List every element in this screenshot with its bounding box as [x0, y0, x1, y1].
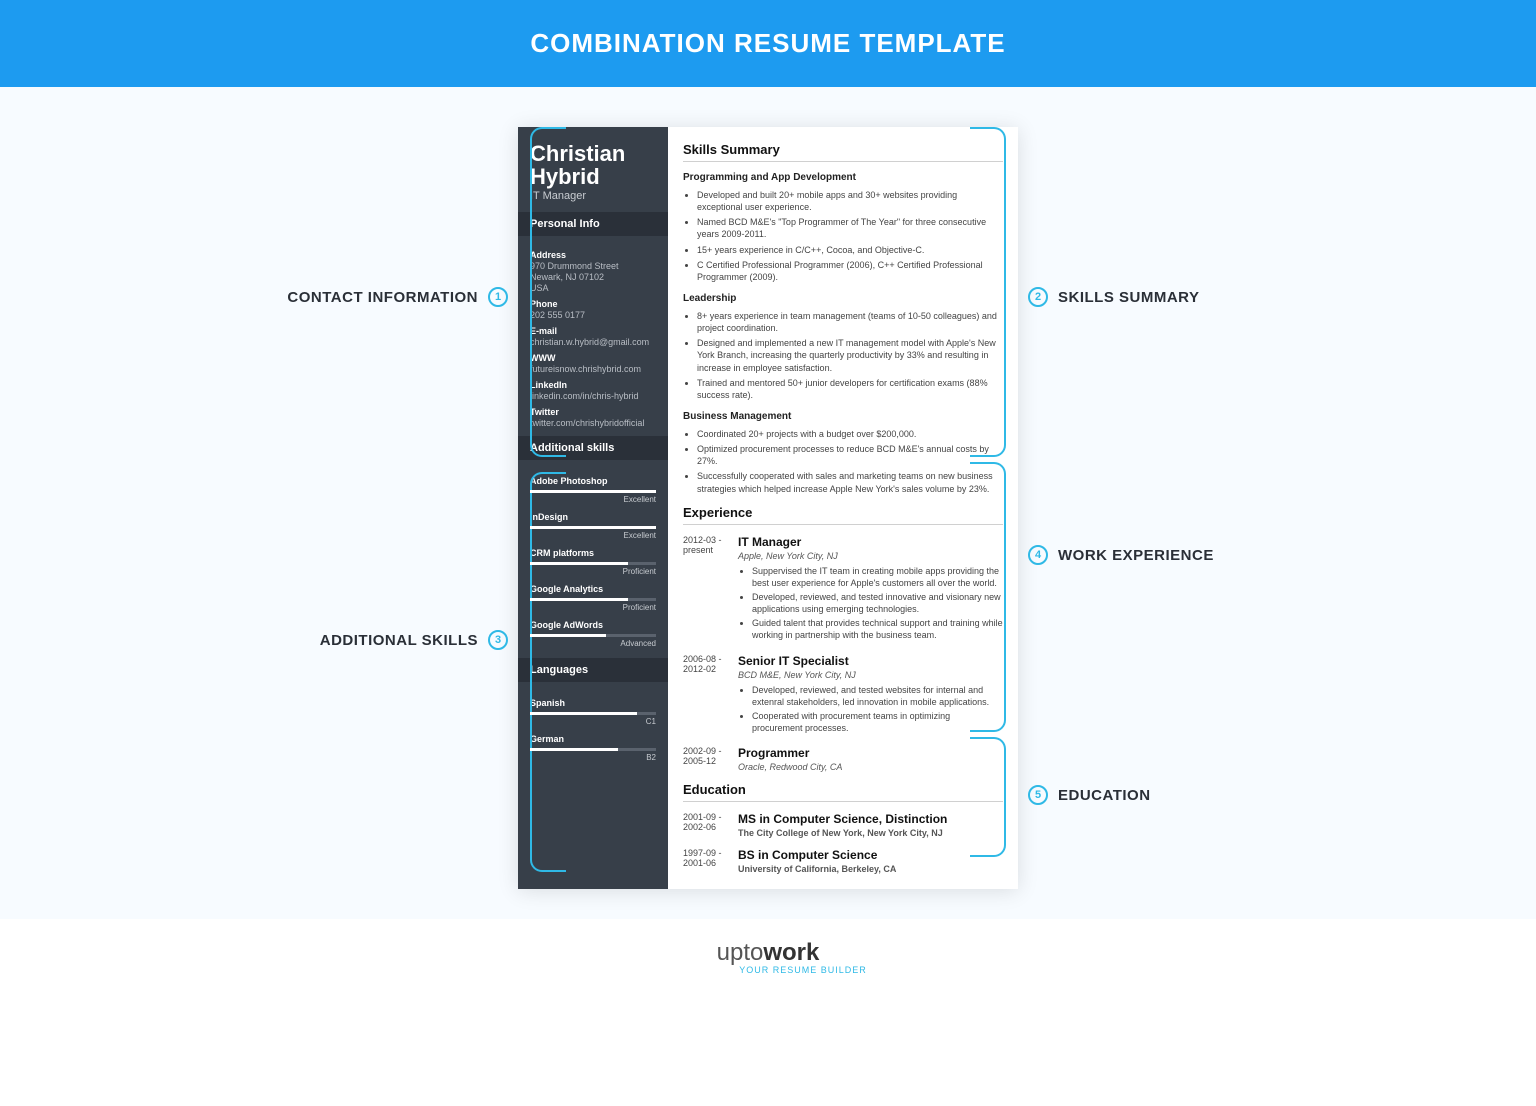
summary-item: Optimized procurement processes to reduc… — [697, 443, 1003, 467]
skill-bar — [530, 598, 656, 601]
experience-bullet: Suppervised the IT team in creating mobi… — [752, 565, 1003, 589]
footer-tagline: YOUR RESUME BUILDER — [0, 965, 1536, 975]
summary-subhead: Leadership — [683, 293, 1003, 304]
experience-bullets: Suppervised the IT team in creating mobi… — [752, 565, 1003, 642]
experience-bullet: Guided talent that provides technical su… — [752, 617, 1003, 641]
callout-bracket — [970, 462, 1006, 732]
summary-list: Developed and built 20+ mobile apps and … — [697, 189, 1003, 283]
skill-bar — [530, 748, 656, 751]
experience-subtitle: BCD M&E, New York City, NJ — [738, 670, 1003, 680]
canvas: CONTACT INFORMATION 1 ADDITIONAL SKILLS 3 C… — [0, 87, 1536, 919]
experience-body: 2012-03 - presentIT Manager Apple, New Yo… — [683, 535, 1003, 772]
experience-title: Senior IT Specialist — [738, 654, 1003, 668]
summary-item: Developed and built 20+ mobile apps and … — [697, 189, 1003, 213]
callout-label: ADDITIONAL SKILLS — [320, 632, 478, 649]
callout-label: WORK EXPERIENCE — [1058, 547, 1214, 564]
callout-number: 1 — [488, 287, 508, 307]
summary-item: Trained and mentored 50+ junior develope… — [697, 377, 1003, 401]
summary-item: 15+ years experience in C/C++, Cocoa, an… — [697, 244, 1003, 256]
skills-summary-body: Programming and App Development Developed… — [683, 172, 1003, 495]
experience-bullets: Developed, reviewed, and tested websites… — [752, 684, 1003, 735]
page-banner: COMBINATION RESUME TEMPLATE — [0, 0, 1536, 87]
experience-date: 2012-03 - present — [683, 535, 738, 644]
skills-summary-head: Skills Summary — [683, 142, 1003, 162]
skill-bar — [530, 490, 656, 493]
education-row: 1997-09 - 2001-06BS in Computer Science U… — [683, 848, 1003, 874]
callout-label: EDUCATION — [1058, 787, 1151, 804]
experience-row: 2006-08 - 2012-02Senior IT Specialist BCD… — [683, 654, 1003, 737]
experience-title: IT Manager — [738, 535, 1003, 549]
callout-number: 5 — [1028, 785, 1048, 805]
skill-bar — [530, 712, 656, 715]
skill-bar — [530, 562, 656, 565]
brand-part2: work — [763, 939, 819, 966]
callouts-left: CONTACT INFORMATION 1 ADDITIONAL SKILLS 3 — [238, 127, 518, 877]
education-content: MS in Computer Science, Distinction The C… — [738, 812, 1003, 838]
callout: ADDITIONAL SKILLS 3 — [320, 630, 518, 650]
footer-logo: uptowork — [0, 939, 1536, 967]
callout-label: CONTACT INFORMATION — [287, 289, 478, 306]
callout-bracket — [530, 127, 566, 457]
summary-item: Designed and implemented a new IT manage… — [697, 337, 1003, 373]
experience-content: Programmer Oracle, Redwood City, CA — [738, 746, 1003, 772]
callout-number: 2 — [1028, 287, 1048, 307]
footer: uptowork YOUR RESUME BUILDER — [0, 919, 1536, 995]
resume: Christian Hybrid IT Manager Personal Inf… — [518, 127, 1018, 889]
callout-number: 3 — [488, 630, 508, 650]
experience-row: 2012-03 - presentIT Manager Apple, New Yo… — [683, 535, 1003, 644]
experience-content: IT Manager Apple, New York City, NJ Supper… — [738, 535, 1003, 644]
education-title: MS in Computer Science, Distinction — [738, 812, 1003, 826]
brand-part1: upto — [717, 939, 764, 966]
resume-main: Skills Summary Programming and App Devel… — [668, 127, 1018, 889]
experience-date: 2002-09 - 2005-12 — [683, 746, 738, 772]
callout-bracket — [970, 737, 1006, 857]
education-row: 2001-09 - 2002-06MS in Computer Science,… — [683, 812, 1003, 838]
education-body: 2001-09 - 2002-06MS in Computer Science,… — [683, 812, 1003, 874]
education-subtitle: The City College of New York, New York C… — [738, 828, 1003, 838]
summary-list: Coordinated 20+ projects with a budget o… — [697, 428, 1003, 495]
education-date: 1997-09 - 2001-06 — [683, 848, 738, 874]
callout: CONTACT INFORMATION 1 — [287, 287, 518, 307]
skill-bar — [530, 526, 656, 529]
experience-date: 2006-08 - 2012-02 — [683, 654, 738, 737]
summary-list: 8+ years experience in team management (… — [697, 310, 1003, 401]
education-content: BS in Computer Science University of Cali… — [738, 848, 1003, 874]
callout-bracket — [970, 127, 1006, 457]
experience-content: Senior IT Specialist BCD M&E, New York Ci… — [738, 654, 1003, 737]
education-subtitle: University of California, Berkeley, CA — [738, 864, 1003, 874]
skill-bar — [530, 634, 656, 637]
callouts-right: 2 SKILLS SUMMARY 4 WORK EXPERIENCE 5 EDUCATIO… — [1018, 127, 1298, 877]
callout: 4 WORK EXPERIENCE — [1018, 545, 1214, 565]
summary-item: Coordinated 20+ projects with a budget o… — [697, 428, 1003, 440]
education-date: 2001-09 - 2002-06 — [683, 812, 738, 838]
callout-number: 4 — [1028, 545, 1048, 565]
experience-head: Experience — [683, 505, 1003, 525]
education-head: Education — [683, 782, 1003, 802]
summary-item: Successfully cooperated with sales and m… — [697, 470, 1003, 494]
callout-bracket — [530, 472, 566, 872]
callout-label: SKILLS SUMMARY — [1058, 289, 1199, 306]
experience-bullet: Developed, reviewed, and tested innovati… — [752, 591, 1003, 615]
experience-bullet: Cooperated with procurement teams in opt… — [752, 710, 1003, 734]
experience-title: Programmer — [738, 746, 1003, 760]
experience-bullet: Developed, reviewed, and tested websites… — [752, 684, 1003, 708]
callout: 2 SKILLS SUMMARY — [1018, 287, 1199, 307]
summary-subhead: Business Management — [683, 411, 1003, 422]
summary-item: 8+ years experience in team management (… — [697, 310, 1003, 334]
summary-subhead: Programming and App Development — [683, 172, 1003, 183]
experience-row: 2002-09 - 2005-12Programmer Oracle, Redwo… — [683, 746, 1003, 772]
experience-subtitle: Apple, New York City, NJ — [738, 551, 1003, 561]
summary-item: C Certified Professional Programmer (200… — [697, 259, 1003, 283]
summary-item: Named BCD M&E's "Top Programmer of The Y… — [697, 216, 1003, 240]
experience-subtitle: Oracle, Redwood City, CA — [738, 762, 1003, 772]
education-title: BS in Computer Science — [738, 848, 1003, 862]
callout: 5 EDUCATION — [1018, 785, 1151, 805]
